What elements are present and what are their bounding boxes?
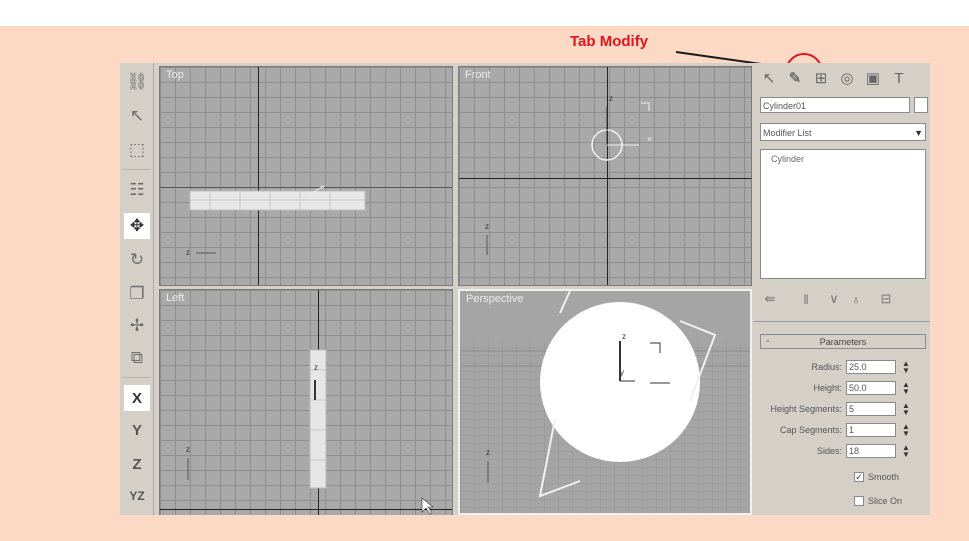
axis-yz-button[interactable]: YZ bbox=[124, 483, 150, 509]
svg-text:y: y bbox=[620, 368, 624, 377]
front-view-cylinder[interactable]: z × z bbox=[459, 67, 751, 285]
make-unique-icon[interactable]: ∨ bbox=[824, 289, 844, 309]
param-height-segments: Height Segments: 5 ▲ ▼ bbox=[754, 402, 930, 418]
slice-on-checkbox[interactable] bbox=[854, 496, 864, 506]
scale-icon[interactable]: ❐ bbox=[124, 281, 150, 307]
chevron-down-icon: ▼ bbox=[914, 128, 923, 138]
radius-field[interactable]: 25.0 bbox=[846, 360, 896, 374]
show-end-result-icon[interactable]: ‖ bbox=[796, 289, 816, 309]
modifier-list-value: Modifier List bbox=[763, 128, 812, 138]
spinner-icon[interactable]: ▲ ▼ bbox=[902, 423, 910, 438]
svg-text:z: z bbox=[186, 248, 190, 257]
utilities-icon[interactable]: T bbox=[888, 67, 910, 89]
viewport-left[interactable]: Left z z bbox=[159, 289, 453, 515]
collapse-icon: - bbox=[766, 336, 770, 347]
svg-text:×: × bbox=[647, 134, 652, 144]
motion-icon[interactable]: ◎ bbox=[836, 67, 858, 89]
toolbar-separator bbox=[123, 169, 150, 170]
create-icon[interactable]: ↖ bbox=[758, 67, 780, 89]
main-toolbar: ⛓ ↖ ⬚ ☷ ✥ ↻ ❐ ✢ ⧉ X Y Z YZ bbox=[120, 63, 154, 515]
spinner-icon[interactable]: ▲ ▼ bbox=[902, 444, 910, 459]
object-name-field[interactable]: Cylinder01 bbox=[760, 97, 910, 113]
callout-label: Tab Modify bbox=[570, 33, 649, 50]
slice-on-label: Slice On bbox=[868, 496, 903, 506]
select-object-icon[interactable]: ↖ bbox=[124, 103, 150, 129]
modify-icon[interactable]: ✎ bbox=[784, 67, 806, 89]
rotate-icon[interactable]: ↻ bbox=[124, 247, 150, 273]
modifier-stack[interactable]: Cylinder bbox=[760, 149, 926, 279]
spinner-icon[interactable]: ▲ ▼ bbox=[902, 381, 910, 396]
param-height: Height: 50.0 ▲ ▼ bbox=[754, 381, 930, 397]
select-by-name-icon[interactable]: ☷ bbox=[124, 177, 150, 203]
3dsmax-window: ⛓ ↖ ⬚ ☷ ✥ ↻ ❐ ✢ ⧉ X Y Z YZ Top × z Front… bbox=[120, 63, 930, 515]
top-view-cylinder[interactable]: × z bbox=[160, 67, 452, 285]
param-label: Height Segments: bbox=[770, 404, 842, 414]
mirror-icon[interactable]: ⧉ bbox=[124, 345, 150, 371]
viewport-front[interactable]: Front z × z bbox=[458, 66, 752, 286]
height-field[interactable]: 50.0 bbox=[846, 381, 896, 395]
param-label: Sides: bbox=[816, 446, 842, 456]
object-color-swatch[interactable] bbox=[914, 97, 928, 113]
svg-text:z: z bbox=[486, 448, 490, 457]
smooth-checkbox-row[interactable]: ✓ Smooth bbox=[854, 471, 930, 485]
axis-y-button[interactable]: Y bbox=[124, 417, 150, 443]
rollout-title: Parameters bbox=[819, 337, 867, 347]
sides-field[interactable]: 18 bbox=[846, 444, 896, 458]
select-manipulate-icon[interactable]: ✢ bbox=[124, 313, 150, 339]
select-region-icon[interactable]: ⬚ bbox=[124, 137, 150, 163]
left-view-cylinder[interactable]: z z bbox=[160, 290, 452, 515]
param-label: Height: bbox=[813, 383, 842, 393]
svg-text:z: z bbox=[622, 332, 626, 341]
panel-divider bbox=[754, 321, 930, 322]
param-sides: Sides: 18 ▲ ▼ bbox=[754, 444, 930, 460]
hierarchy-icon[interactable]: ⊞ bbox=[810, 67, 832, 89]
svg-text:×: × bbox=[320, 182, 325, 192]
slice-on-checkbox-row[interactable]: Slice On bbox=[854, 495, 930, 509]
stack-item-cylinder[interactable]: Cylinder bbox=[771, 154, 804, 164]
smooth-checkbox[interactable]: ✓ bbox=[854, 472, 864, 482]
configure-modifier-sets-icon[interactable]: ⊟ bbox=[876, 289, 896, 309]
viewport-top[interactable]: Top × z bbox=[159, 66, 453, 286]
decorative-circle bbox=[0, 0, 42, 26]
param-cap-segments: Cap Segments: 1 ▲ ▼ bbox=[754, 423, 930, 439]
param-label: Cap Segments: bbox=[779, 425, 842, 435]
axis-z-button[interactable]: Z bbox=[124, 451, 150, 477]
cap-segments-field[interactable]: 1 bbox=[846, 423, 896, 437]
spinner-icon[interactable]: ▲ ▼ bbox=[902, 360, 910, 375]
header-strip bbox=[0, 0, 969, 26]
viewport-perspective[interactable]: Perspective z y z bbox=[458, 289, 752, 515]
param-label: Radius: bbox=[811, 362, 842, 372]
spinner-icon[interactable]: ▲ ▼ bbox=[902, 402, 910, 417]
svg-text:z: z bbox=[609, 94, 613, 103]
param-radius: Radius: 25.0 ▲ ▼ bbox=[754, 360, 930, 376]
parameters-rollout-header[interactable]: - Parameters bbox=[760, 334, 926, 349]
command-panel: ↖ ✎ ⊞ ◎ ▣ T Cylinder01 Modifier List ▼ C… bbox=[754, 63, 930, 515]
height-segments-field[interactable]: 5 bbox=[846, 402, 896, 416]
perspective-scene[interactable]: z y z bbox=[460, 291, 750, 513]
move-icon[interactable]: ✥ bbox=[124, 213, 150, 239]
svg-text:z: z bbox=[186, 445, 190, 454]
smooth-label: Smooth bbox=[868, 472, 900, 482]
stack-tools: ⇚ ‖ ∨ ♁ ⊟ bbox=[760, 289, 926, 311]
command-panel-tabs: ↖ ✎ ⊞ ◎ ▣ T bbox=[754, 65, 930, 91]
modifier-list-dropdown[interactable]: Modifier List ▼ bbox=[760, 123, 926, 141]
remove-modifier-icon[interactable]: ♁ bbox=[846, 289, 866, 309]
svg-text:z: z bbox=[314, 363, 318, 372]
select-link-icon[interactable]: ⛓ bbox=[124, 69, 150, 95]
toolbar-separator bbox=[123, 377, 150, 378]
pin-stack-icon[interactable]: ⇚ bbox=[760, 289, 780, 309]
axis-x-button[interactable]: X bbox=[124, 385, 150, 411]
svg-text:z: z bbox=[485, 222, 489, 231]
display-icon[interactable]: ▣ bbox=[862, 67, 884, 89]
